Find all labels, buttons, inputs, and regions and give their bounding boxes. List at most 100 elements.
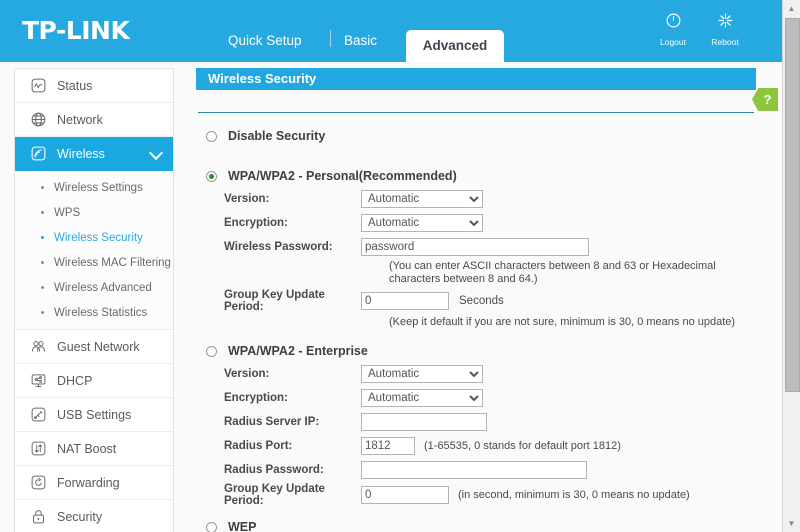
- radius-port-input[interactable]: [361, 436, 415, 455]
- sidebar-item-label: Status: [57, 78, 93, 93]
- logout-label: Logout: [660, 37, 686, 47]
- personal-group-key-label: Group Key Update Period:: [224, 289, 325, 313]
- tab-advanced-label: Advanced: [422, 38, 488, 53]
- personal-encryption-select[interactable]: Automatic: [361, 213, 483, 232]
- sidebar-item-forwarding[interactable]: Forwarding: [15, 466, 173, 500]
- wireless-password-hint: (You can enter ASCII characters between …: [389, 260, 716, 285]
- radius-server-ip-input[interactable]: [361, 412, 487, 431]
- sidebar-item-label: DHCP: [57, 373, 93, 388]
- reboot-button[interactable]: Reboot: [701, 12, 749, 47]
- tab-separator: [330, 30, 331, 47]
- personal-version-select[interactable]: Automatic: [361, 189, 483, 208]
- reboot-label: Reboot: [711, 37, 739, 47]
- sidebar-item-dhcp[interactable]: DHCP: [15, 364, 173, 398]
- wireless-submenu: Wireless Settings WPS Wireless Security …: [15, 171, 173, 330]
- submenu-item-wireless-statistics[interactable]: Wireless Statistics: [15, 300, 173, 325]
- sidebar-item-label: NAT Boost: [57, 441, 117, 456]
- help-button[interactable]: ?: [752, 88, 778, 111]
- router-admin-page: TP-LINK Quick Setup Basic Advanced Logou…: [0, 0, 800, 532]
- submenu-item-wireless-advanced[interactable]: Wireless Advanced: [15, 275, 173, 300]
- header-actions: Logout Reboot: [649, 12, 759, 56]
- radius-password-input[interactable]: [361, 460, 587, 479]
- submenu-item-label: Wireless Advanced: [54, 281, 152, 294]
- row-radius-port: Radius Port: (1-65535, 0 stands for defa…: [196, 435, 756, 456]
- personal-group-key-input[interactable]: [361, 292, 449, 310]
- wep-label: WEP: [228, 520, 257, 532]
- forwarding-icon: [29, 473, 48, 492]
- scroll-up-icon[interactable]: ▲: [783, 0, 800, 17]
- submenu-item-wireless-settings[interactable]: Wireless Settings: [15, 175, 173, 200]
- enterprise-version-select[interactable]: Automatic: [361, 364, 483, 383]
- nat-boost-icon: [29, 439, 48, 458]
- sidebar-item-label: Network: [57, 112, 103, 127]
- radius-password-label: Radius Password:: [224, 463, 324, 476]
- sidebar-item-label: Wireless: [57, 146, 105, 161]
- personal-group-key-unit: Seconds: [459, 295, 504, 307]
- submenu-item-wireless-security[interactable]: Wireless Security: [15, 225, 173, 250]
- submenu-item-label: Wireless Security: [54, 231, 143, 244]
- bullet-icon: [41, 211, 44, 214]
- page-scrollbar[interactable]: ▲ ▼: [782, 0, 800, 532]
- row-enterprise-group-key: Group Key Update Period: (in second, min…: [196, 483, 756, 507]
- wireless-password-label: Wireless Password:: [224, 240, 333, 253]
- sidebar-item-network[interactable]: Network: [15, 103, 173, 137]
- enterprise-version-label: Version:: [224, 367, 270, 380]
- radius-server-ip-label: Radius Server IP:: [224, 415, 320, 428]
- personal-version-label: Version:: [224, 192, 270, 205]
- bullet-icon: [41, 236, 44, 239]
- globe-icon: [29, 110, 48, 129]
- radio-wpa-personal[interactable]: [206, 170, 217, 182]
- submenu-item-label: WPS: [54, 206, 81, 219]
- sidebar-item-label: Security: [57, 509, 103, 524]
- submenu-item-label: Wireless Settings: [54, 181, 143, 194]
- submenu-item-wireless-mac-filtering[interactable]: Wireless MAC Filtering: [15, 250, 173, 275]
- bullet-icon: [41, 286, 44, 289]
- scrollbar-thumb[interactable]: [785, 18, 800, 392]
- enterprise-encryption-select[interactable]: Automatic: [361, 388, 483, 407]
- app-header: TP-LINK Quick Setup Basic Advanced Logou…: [0, 0, 783, 62]
- sidebar-item-status[interactable]: Status: [15, 69, 173, 103]
- wireless-password-input[interactable]: [361, 237, 589, 256]
- wpa-enterprise-label: WPA/WPA2 - Enterprise: [228, 344, 368, 358]
- section-divider: [198, 112, 754, 113]
- submenu-item-wps[interactable]: WPS: [15, 200, 173, 225]
- usb-icon: [29, 405, 48, 424]
- security-option-disable: Disable Security: [196, 127, 756, 145]
- main-content: Wireless Security ? Disable Security WPA…: [196, 68, 778, 532]
- tab-quick-setup[interactable]: Quick Setup: [228, 33, 302, 48]
- sidebar-item-wireless[interactable]: Wireless: [15, 137, 173, 171]
- personal-encryption-label: Encryption:: [224, 216, 288, 229]
- guest-network-icon: [29, 337, 48, 356]
- enterprise-group-key-hint: (in second, minimum is 30, 0 means no up…: [458, 489, 690, 501]
- radius-port-label: Radius Port:: [224, 439, 293, 452]
- radio-wpa-enterprise[interactable]: [206, 345, 217, 357]
- radio-disable-security[interactable]: [206, 130, 217, 142]
- sidebar-item-nat-boost[interactable]: NAT Boost: [15, 432, 173, 466]
- scroll-down-icon[interactable]: ▼: [783, 515, 800, 532]
- bullet-icon: [41, 261, 44, 264]
- sidebar-item-label: USB Settings: [57, 407, 132, 422]
- enterprise-group-key-input[interactable]: [361, 486, 449, 504]
- bullet-icon: [41, 311, 44, 314]
- bullet-icon: [41, 186, 44, 189]
- submenu-item-label: Wireless MAC Filtering: [54, 256, 171, 269]
- sidebar-item-guest-network[interactable]: Guest Network: [15, 330, 173, 364]
- logout-button[interactable]: Logout: [649, 12, 697, 47]
- power-icon: [649, 12, 697, 36]
- row-wireless-password: Wireless Password:: [196, 236, 756, 257]
- enterprise-group-key-label: Group Key Update Period:: [224, 483, 325, 507]
- sidebar-item-security[interactable]: Security: [15, 500, 173, 532]
- row-radius-password: Radius Password:: [196, 459, 756, 480]
- security-option-wpa-personal: WPA/WPA2 - Personal(Recommended) Version…: [196, 167, 756, 329]
- radio-wep[interactable]: [206, 521, 217, 532]
- row-personal-version: Version: Automatic: [196, 188, 756, 209]
- wpa-personal-label: WPA/WPA2 - Personal(Recommended): [228, 169, 457, 183]
- chevron-down-icon: [148, 145, 164, 161]
- lock-icon: [29, 507, 48, 526]
- tab-advanced[interactable]: Advanced: [406, 30, 504, 62]
- disable-security-label: Disable Security: [228, 129, 326, 143]
- sidebar-item-usb-settings[interactable]: USB Settings: [15, 398, 173, 432]
- row-enterprise-version: Version: Automatic: [196, 363, 756, 384]
- tab-basic[interactable]: Basic: [344, 33, 377, 48]
- status-icon: [29, 76, 48, 95]
